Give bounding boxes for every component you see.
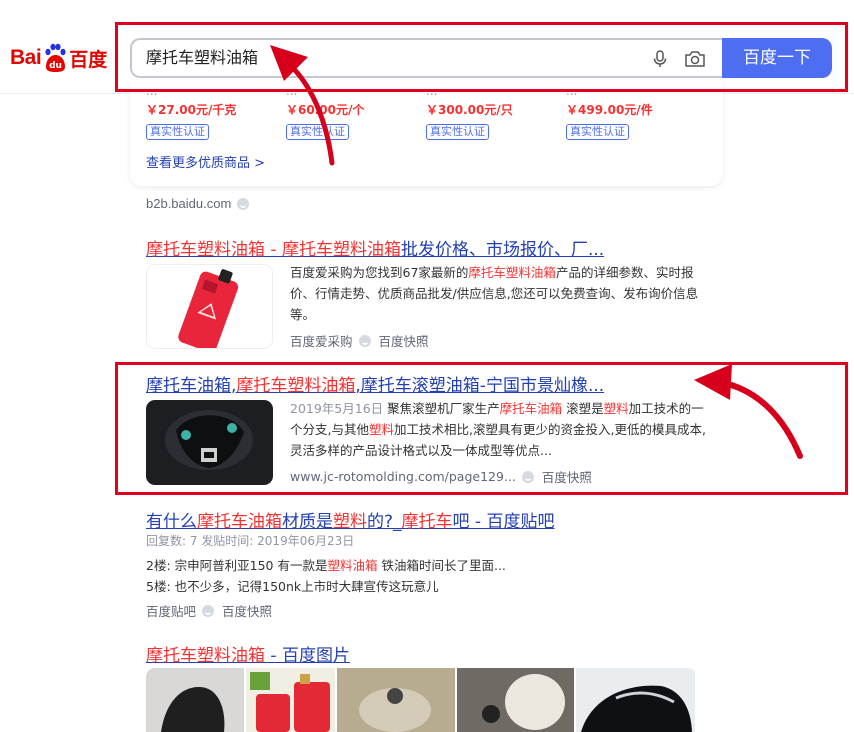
- product-price: ￥499.00元/件: [566, 103, 653, 117]
- product-list: ... ￥27.00元/千克 真实性认证 ... ￥60.00元/个 真实性认证…: [146, 84, 706, 140]
- baidu-logo[interactable]: Bai du 百度: [10, 40, 107, 76]
- result-source[interactable]: 百度贴吧: [146, 601, 196, 620]
- annotation-box-search: [115, 22, 848, 92]
- cert-badge: 真实性认证: [426, 124, 489, 140]
- result-abstract-1: 百度爱采购为您找到67家最新的摩托车塑料油箱产品的详细参数、实时报价、行情走势、…: [290, 262, 708, 325]
- tieba-post-meta: 回复数: 7 发贴时间: 2019年06月23日: [146, 534, 355, 548]
- source-domain: b2b.baidu.com: [146, 196, 250, 211]
- title-text: 材质是: [282, 512, 333, 532]
- tieba-reply-1[interactable]: 2楼: 宗申阿普利亚150 有一款是塑料油箱 铁油箱时间长了里面...: [146, 555, 506, 574]
- title-text: -: [265, 240, 282, 260]
- title-text: 有什么: [146, 512, 197, 532]
- title-highlight: 摩托车塑料油箱: [281, 240, 401, 260]
- reply-text: 2楼: 宗申阿普利亚150 有一款是: [146, 558, 328, 573]
- cert-badge: 真实性认证: [286, 124, 349, 140]
- title-text: 吧 - 百度贴吧: [452, 512, 555, 532]
- logo-chinese: 百度: [69, 48, 108, 71]
- red-jerrycan-image: [147, 265, 272, 348]
- reply-text: 铁油箱时间长了里面...: [377, 558, 506, 573]
- info-circle-icon[interactable]: [237, 197, 250, 210]
- title-text: 批发价格、市场报价、厂...: [400, 240, 605, 260]
- product-item[interactable]: ... ￥60.00元/个 真实性认证: [286, 84, 426, 140]
- annotation-box-result: [115, 362, 848, 495]
- abstract-text: 百度爱采购为您找到67家最新的: [290, 265, 469, 280]
- title-highlight: 摩托车塑料油箱: [146, 240, 265, 260]
- title-highlight: 塑料: [333, 512, 367, 532]
- result-title-3[interactable]: 有什么摩托车油箱材质是塑料的?_摩托车吧 - 百度贴吧: [146, 507, 554, 532]
- image-thumbnail[interactable]: [576, 668, 695, 732]
- paw-icon: du: [45, 43, 66, 72]
- cert-badge: 真实性认证: [146, 124, 209, 140]
- snapshot-link[interactable]: 百度快照: [379, 331, 429, 350]
- image-thumbnail[interactable]: [456, 668, 575, 732]
- result-title-1[interactable]: 摩托车塑料油箱 - 摩托车塑料油箱批发价格、市场报价、厂...: [146, 235, 604, 260]
- result-source[interactable]: 百度爱采购: [290, 331, 353, 350]
- abstract-highlight: 摩托车塑料油箱: [468, 265, 556, 280]
- image-strip: [146, 668, 697, 732]
- product-price: ￥60.00元/个: [286, 103, 365, 117]
- product-price: ￥27.00元/千克: [146, 103, 237, 117]
- title-highlight: 摩托车油箱: [197, 512, 282, 532]
- image-thumbnail[interactable]: [337, 668, 455, 732]
- source-domain-text[interactable]: b2b.baidu.com: [146, 196, 231, 211]
- title-highlight: 摩托车塑料油箱: [146, 646, 265, 666]
- info-circle-icon[interactable]: [358, 334, 371, 347]
- result-thumbnail-1[interactable]: [146, 264, 273, 349]
- result-title-4[interactable]: 摩托车塑料油箱 - 百度图片: [146, 641, 350, 666]
- title-highlight: 摩托车: [401, 512, 453, 532]
- product-item[interactable]: ... ￥27.00元/千克 真实性认证: [146, 84, 286, 140]
- info-circle-icon[interactable]: [202, 604, 215, 617]
- product-item[interactable]: ... ￥499.00元/件 真实性认证: [566, 84, 706, 140]
- more-products-link[interactable]: 查看更多优质商品 >: [146, 152, 265, 171]
- tieba-reply-2[interactable]: 5楼: 也不少多，记得150nk上市时大肆宣传这玩意儿: [146, 576, 439, 595]
- result-meta-1: 百度爱采购 百度快照: [290, 331, 429, 350]
- logo-latin: Bai: [10, 46, 42, 69]
- result-meta-3: 百度贴吧 百度快照: [146, 601, 272, 620]
- image-thumbnail[interactable]: [245, 668, 336, 732]
- snapshot-link[interactable]: 百度快照: [222, 601, 272, 620]
- product-item[interactable]: ... ￥300.00元/只 真实性认证: [426, 84, 566, 140]
- cert-badge: 真实性认证: [566, 124, 629, 140]
- title-text: - 百度图片: [265, 646, 350, 666]
- image-thumbnail[interactable]: [146, 668, 244, 732]
- reply-highlight: 塑料油箱: [327, 558, 378, 573]
- product-price: ￥300.00元/只: [426, 103, 513, 117]
- title-text: 的?_: [367, 512, 402, 532]
- svg-text:du: du: [49, 61, 62, 71]
